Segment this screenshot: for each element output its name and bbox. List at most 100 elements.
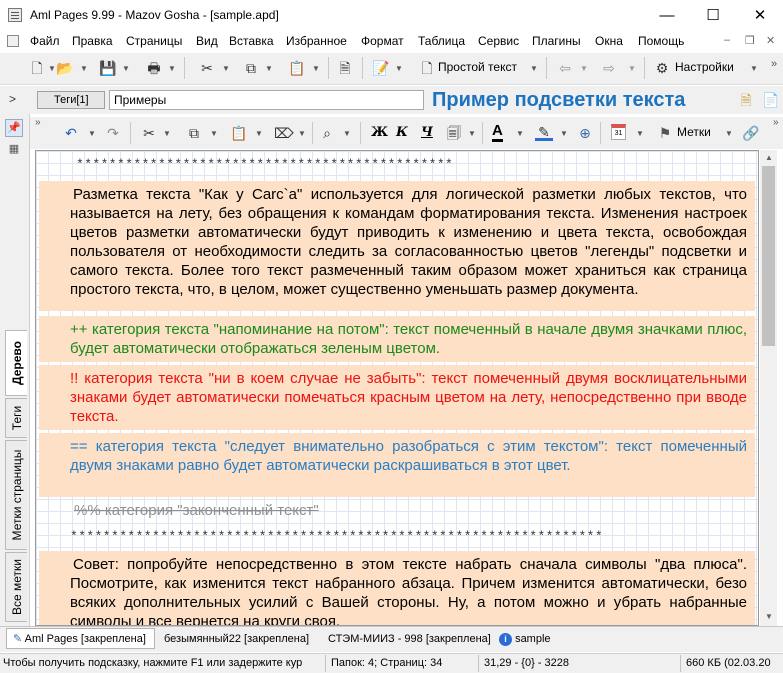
menu-file[interactable]: Файл — [30, 34, 60, 48]
mdi-restore-button[interactable]: ❐ — [745, 34, 755, 47]
tab-tags[interactable]: Теги — [5, 398, 27, 438]
print-preview-icon[interactable]: 🗎 — [336, 59, 354, 77]
new-document-icon[interactable]: 🗋 — [28, 59, 46, 77]
menu-format[interactable]: Формат — [361, 34, 404, 48]
open-folder-icon[interactable]: 📂 — [56, 59, 74, 77]
breadcrumb-input[interactable] — [109, 90, 424, 110]
editor-copy-dropdown-arrow[interactable]: ▼ — [210, 129, 218, 138]
scroll-up-arrow-icon[interactable]: ▲ — [765, 153, 773, 162]
text-mode-select[interactable]: Простой текст — [438, 60, 517, 74]
copy-icon[interactable]: ⧉ — [242, 59, 260, 77]
format-painter-dropdown-arrow[interactable]: ▼ — [298, 129, 306, 138]
paste-icon[interactable]: 📋 — [288, 59, 306, 77]
calendar-icon[interactable]: 31 — [611, 124, 626, 140]
notes-icon[interactable]: 📝 — [372, 59, 390, 77]
scrollbar-thumb[interactable] — [762, 166, 775, 346]
menu-view[interactable]: Вид — [196, 34, 218, 48]
paragraph-red-category[interactable]: !! категория текста "ни в коем случае не… — [39, 365, 755, 430]
font-dialog-icon[interactable]: 🗐 — [445, 124, 463, 142]
calendar-dropdown-arrow[interactable]: ▼ — [636, 129, 644, 138]
back-dropdown-arrow[interactable]: ▼ — [580, 64, 588, 73]
font-color-dropdown-arrow[interactable]: ▼ — [516, 129, 524, 138]
mdi-minimize-button[interactable]: – — [724, 34, 730, 46]
menu-favorites[interactable]: Избранное — [286, 34, 347, 48]
doc-tab-stem-miiz[interactable]: СТЭМ-МИИЗ - 998 [закреплена] — [321, 628, 498, 649]
undo-icon[interactable]: ↶ — [62, 124, 80, 142]
notes-dropdown-arrow[interactable]: ▼ — [395, 64, 403, 73]
bold-button[interactable]: Ж — [371, 125, 388, 140]
marks-button[interactable]: Метки — [677, 125, 711, 139]
doc-tab-unnamed22[interactable]: безымянный22 [закреплена] — [157, 628, 316, 649]
editor-paste-dropdown-arrow[interactable]: ▼ — [255, 129, 263, 138]
paragraph-intro[interactable]: Разметка текста "Как у Carc`a" используе… — [39, 181, 755, 311]
save-dropdown-arrow[interactable]: ▼ — [122, 64, 130, 73]
open-dropdown-arrow[interactable]: ▼ — [80, 64, 88, 73]
new-dropdown-arrow[interactable]: ▼ — [48, 64, 56, 73]
copy-dropdown-arrow[interactable]: ▼ — [265, 64, 273, 73]
print-dropdown-arrow[interactable]: ▼ — [168, 64, 176, 73]
marks-dropdown-arrow[interactable]: ▼ — [725, 129, 733, 138]
editor-cut-icon[interactable]: ✂ — [140, 124, 158, 142]
redo-icon[interactable]: ↷ — [104, 124, 122, 142]
app-icon[interactable] — [8, 8, 22, 22]
settings-button[interactable]: Настройки — [675, 60, 734, 74]
cut-dropdown-arrow[interactable]: ▼ — [222, 64, 230, 73]
highlight-dropdown-arrow[interactable]: ▼ — [560, 129, 568, 138]
scroll-down-arrow-icon[interactable]: ▼ — [765, 612, 773, 621]
undo-dropdown-arrow[interactable]: ▼ — [88, 129, 96, 138]
link-icon[interactable]: 🔗 — [742, 124, 760, 142]
save-icon[interactable]: 💾 — [99, 59, 117, 77]
doc-tab-aml-pages[interactable]: ✎ Aml Pages [закреплена] — [6, 628, 155, 649]
underline-button[interactable]: Ч — [421, 125, 433, 140]
paragraph-finished-category[interactable]: %% категория "законченный текст" — [74, 502, 319, 519]
paste-dropdown-arrow[interactable]: ▼ — [312, 64, 320, 73]
tags-button[interactable]: Теги[1] — [37, 91, 105, 109]
editor-toolbar-overflow-icon[interactable]: » — [35, 117, 41, 128]
add-attachment-icon[interactable]: ⊕ — [576, 124, 594, 142]
back-icon[interactable]: ⇦ — [556, 59, 574, 77]
highlight-pen-icon[interactable]: ✎ — [535, 123, 553, 141]
mdi-close-button[interactable]: ✕ — [766, 34, 775, 47]
expand-chevron-icon[interactable]: > — [9, 92, 16, 106]
minimize-button[interactable]: — — [644, 0, 690, 31]
font-color-button[interactable]: A — [492, 123, 503, 142]
font-dialog-dropdown-arrow[interactable]: ▼ — [468, 129, 476, 138]
menu-help[interactable]: Помощь — [638, 34, 684, 48]
print-icon[interactable]: 🖶 — [145, 59, 163, 77]
tab-all-marks[interactable]: Все метки — [5, 552, 27, 622]
format-painter-icon[interactable]: ⌦ — [274, 124, 294, 142]
paragraph-tip[interactable]: Совет: попробуйте непосредственно в этом… — [39, 551, 755, 625]
find-binoculars-icon[interactable]: ⌕ — [318, 124, 336, 142]
pin-icon[interactable]: 📌 — [5, 119, 23, 137]
editor-paste-icon[interactable]: 📋 — [230, 124, 248, 142]
find-dropdown-arrow[interactable]: ▼ — [343, 129, 351, 138]
tab-page-marks[interactable]: Метки страницы — [5, 440, 27, 550]
menu-tools[interactable]: Сервис — [478, 34, 519, 48]
toolbar-overflow-icon[interactable]: » — [771, 58, 777, 70]
editor-toolbar-end-icon[interactable]: » — [773, 117, 779, 128]
menu-windows[interactable]: Окна — [595, 34, 623, 48]
paragraph-blue-category[interactable]: == категория текста "следует внимательно… — [39, 433, 755, 497]
menu-pages[interactable]: Страницы — [126, 34, 182, 48]
text-editor[interactable]: ****************************************… — [35, 150, 759, 626]
editor-cut-dropdown-arrow[interactable]: ▼ — [163, 129, 171, 138]
menu-insert[interactable]: Вставка — [229, 34, 274, 48]
doc-tab-sample[interactable]: i sample — [492, 628, 558, 649]
cut-icon[interactable]: ✂ — [198, 59, 216, 77]
menu-plugins[interactable]: Плагины — [532, 34, 581, 48]
settings-gear-icon[interactable]: ⚙ — [653, 59, 671, 77]
add-page-icon[interactable]: 🗎 — [737, 91, 755, 109]
editor-copy-icon[interactable]: ⧉ — [185, 124, 203, 142]
text-mode-dropdown-arrow[interactable]: ▼ — [530, 64, 538, 73]
italic-button[interactable]: К — [396, 125, 408, 140]
maximize-button[interactable]: ☐ — [690, 0, 736, 31]
forward-icon[interactable]: ⇨ — [600, 59, 618, 77]
close-button[interactable]: ✕ — [737, 0, 783, 31]
tab-tree[interactable]: Дерево — [5, 330, 27, 396]
menu-table[interactable]: Таблица — [418, 34, 465, 48]
settings-dropdown-arrow[interactable]: ▼ — [750, 64, 758, 73]
forward-dropdown-arrow[interactable]: ▼ — [628, 64, 636, 73]
document-menu-icon[interactable] — [7, 35, 19, 47]
page-properties-icon[interactable]: 📄 — [762, 91, 780, 109]
panel-menu-icon[interactable]: ▦ — [5, 141, 23, 157]
